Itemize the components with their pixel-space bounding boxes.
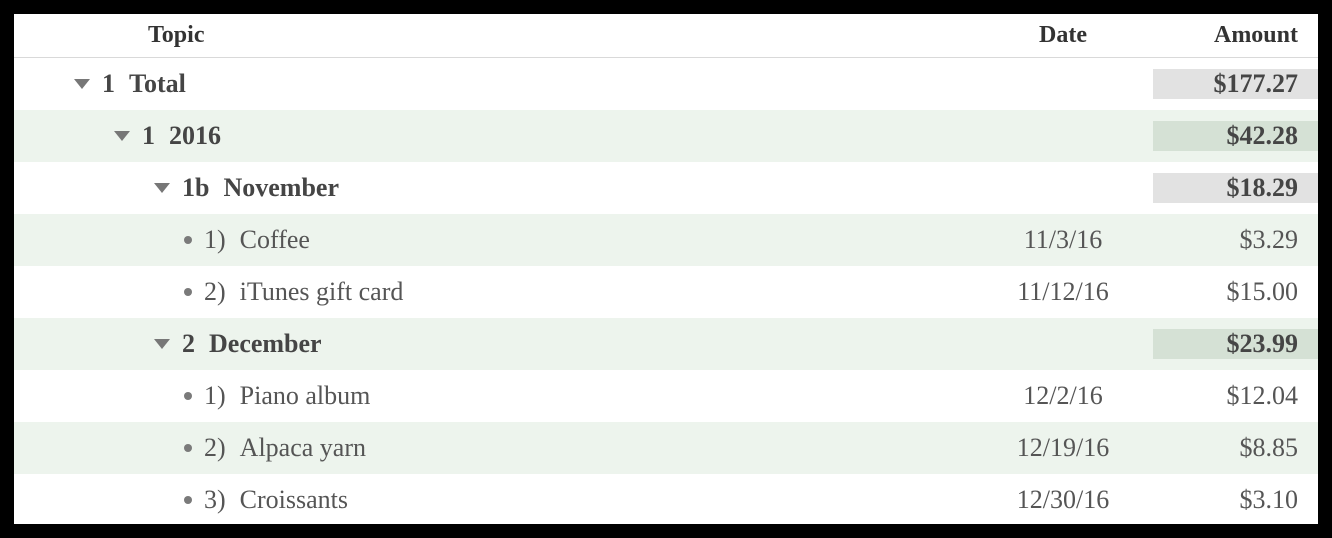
date-cell: 11/12/16	[973, 277, 1153, 307]
row-label: Alpaca yarn	[240, 433, 366, 463]
row-label: Piano album	[240, 381, 371, 411]
row-number: 3)	[204, 485, 226, 515]
row-label: Croissants	[240, 485, 348, 515]
row-december[interactable]: 2 December $23.99	[14, 318, 1318, 370]
row-november[interactable]: 1b November $18.29	[14, 162, 1318, 214]
disclosure-triangle-icon[interactable]	[154, 183, 170, 193]
amount-cell: $18.29	[1153, 173, 1318, 203]
row-coffee[interactable]: 1) Coffee 11/3/16 $3.29	[14, 214, 1318, 266]
amount-cell: $3.29	[1153, 225, 1318, 255]
date-cell: 12/2/16	[973, 381, 1153, 411]
row-piano-album[interactable]: 1) Piano album 12/2/16 $12.04	[14, 370, 1318, 422]
bullet-icon	[184, 392, 192, 400]
disclosure-triangle-icon[interactable]	[114, 131, 130, 141]
row-2016[interactable]: 1 2016 $42.28	[14, 110, 1318, 162]
amount-cell: $12.04	[1153, 381, 1318, 411]
bullet-icon	[184, 496, 192, 504]
outline-table: Topic Date Amount 1 Total $177.27 1 2016…	[14, 14, 1318, 524]
row-label: December	[209, 329, 322, 359]
row-number: 2)	[204, 277, 226, 307]
row-label: iTunes gift card	[240, 277, 404, 307]
disclosure-triangle-icon[interactable]	[154, 339, 170, 349]
amount-cell: $8.85	[1153, 433, 1318, 463]
row-croissants[interactable]: 3) Croissants 12/30/16 $3.10	[14, 474, 1318, 524]
row-number: 1)	[204, 225, 226, 255]
row-itunes-gift-card[interactable]: 2) iTunes gift card 11/12/16 $15.00	[14, 266, 1318, 318]
row-number: 1	[142, 121, 155, 151]
row-number: 2)	[204, 433, 226, 463]
amount-cell: $15.00	[1153, 277, 1318, 307]
bullet-icon	[184, 444, 192, 452]
row-label: Coffee	[240, 225, 310, 255]
amount-cell: $23.99	[1153, 329, 1318, 359]
date-cell: 11/3/16	[973, 225, 1153, 255]
amount-cell: $42.28	[1153, 121, 1318, 151]
bullet-icon	[184, 236, 192, 244]
header-topic: Topic	[14, 22, 973, 49]
disclosure-triangle-icon[interactable]	[74, 79, 90, 89]
amount-cell: $3.10	[1153, 485, 1318, 515]
row-label: November	[223, 173, 339, 203]
row-alpaca-yarn[interactable]: 2) Alpaca yarn 12/19/16 $8.85	[14, 422, 1318, 474]
date-cell: 12/30/16	[973, 485, 1153, 515]
row-number: 2	[182, 329, 195, 359]
row-number: 1	[102, 69, 115, 99]
header-date: Date	[973, 22, 1153, 49]
header-amount: Amount	[1153, 22, 1318, 49]
header-row: Topic Date Amount	[14, 14, 1318, 58]
row-number: 1)	[204, 381, 226, 411]
bullet-icon	[184, 288, 192, 296]
row-number: 1b	[182, 173, 209, 203]
date-cell: 12/19/16	[973, 433, 1153, 463]
row-total[interactable]: 1 Total $177.27	[14, 58, 1318, 110]
amount-cell: $177.27	[1153, 69, 1318, 99]
row-label: Total	[129, 69, 186, 99]
row-label: 2016	[169, 121, 221, 151]
